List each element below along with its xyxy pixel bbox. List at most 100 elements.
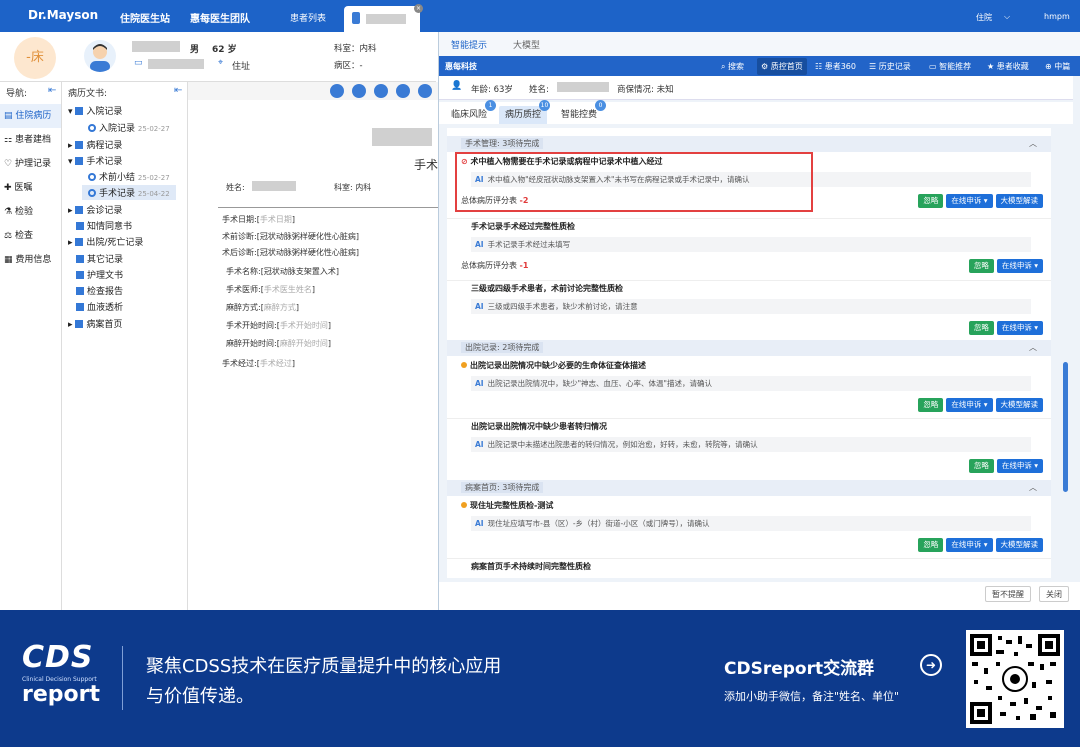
doc-field[interactable]: 手术开始时间:[手术开始时间] (226, 320, 331, 331)
nav-inpatient-station[interactable]: 住院医生站 (120, 10, 170, 25)
chevron-down-icon[interactable] (330, 84, 344, 98)
tree-item-selected[interactable]: 手术记录 25-04-22 (82, 185, 176, 200)
doc-name-label: 姓名: (226, 183, 245, 192)
favorite-button[interactable]: ★ 患者收藏 (987, 61, 1029, 72)
collapse-icon[interactable]: ⇤ (48, 85, 56, 96)
patient-age: 62 岁 (212, 45, 237, 55)
appeal-button[interactable]: 在线申诉 ▾ (996, 459, 1043, 473)
history-button[interactable]: ☰ 历史记录 (869, 61, 911, 72)
tab-cost-control[interactable]: 智能控费 0 (555, 100, 606, 124)
document-toolbar (188, 82, 438, 100)
patient-name-label: 姓名: (529, 85, 549, 95)
tree-item[interactable]: ▸ 病案首页 (68, 317, 122, 330)
section-discharge[interactable]: 出院记录: 2项待完成 ︿ (447, 340, 1051, 356)
tree-item[interactable]: 入院记录 25-02-27 (88, 121, 170, 134)
appeal-button[interactable]: 在线申诉 ▾ (946, 538, 993, 552)
ignore-button[interactable]: 忽略 (968, 321, 994, 335)
mid-button[interactable]: ⊕ 中篇 (1045, 61, 1070, 72)
doc-field[interactable]: 手术名称:[冠状动脉支架置入术] (226, 266, 339, 277)
tree-item[interactable]: ▸ 会诊记录 (68, 203, 122, 216)
tree-item[interactable]: 护理文书 (76, 268, 123, 281)
highlight-box (455, 152, 813, 212)
nav-label: 护理记录 (14, 159, 51, 169)
nav-item-orders[interactable]: ✚ 医嘱 (0, 176, 61, 200)
document-title: 手术 (414, 158, 439, 172)
llm-interpret-button[interactable]: 大模型解读 (995, 398, 1043, 412)
ward-selector[interactable]: 住院 (976, 12, 992, 23)
close-tab-icon[interactable]: × (414, 4, 423, 13)
nav-team[interactable]: 惠每医生团队 (190, 10, 250, 25)
qc-item-title: 出院记录出院情况中缺少患者转归情况 (471, 422, 607, 431)
settings-icon[interactable] (418, 84, 432, 98)
qc-item: 现住址完整性质检-测试 AI 现住址应填写市-县（区）-乡（村）街道-小区（或门牌… (447, 498, 1051, 554)
tab-record-qc[interactable]: 病历质控 10 (499, 100, 550, 124)
doc-field[interactable]: 术后诊断:[冠状动脉粥样硬化性心脏病] (222, 247, 359, 258)
collapse-icon[interactable]: ⇤ (174, 85, 182, 96)
qc-home-button[interactable]: ⚙ 质控首页 (757, 58, 807, 75)
close-button[interactable]: 关闭 (1039, 586, 1069, 602)
llm-interpret-button[interactable]: 大模型解读 (995, 538, 1043, 552)
tab-llm[interactable]: 大模型 (513, 38, 540, 51)
tree-item[interactable]: 术前小结 25-02-27 (88, 170, 170, 183)
llm-interpret-button[interactable]: 大模型解读 (995, 194, 1043, 208)
nav-item-patient-file[interactable]: ⚏ 患者建档 (0, 128, 61, 152)
group-note: 添加小助手微信，备注"姓名、单位" (724, 690, 900, 703)
recommend-button[interactable]: ▭ 智能推荐 (929, 61, 971, 72)
group-title: CDSreport交流群 (724, 659, 875, 679)
tree-item[interactable]: 检查报告 (76, 284, 123, 297)
tab-clinical-risk[interactable]: 临床风险 1 (445, 100, 496, 124)
scrollbar[interactable] (1063, 362, 1068, 492)
search-button[interactable]: ⌕ 搜索 (721, 61, 744, 72)
brand-logo: 惠每科技 (445, 62, 477, 71)
tree-item[interactable]: ▾ 手术记录 (68, 154, 122, 167)
nav-item-lab[interactable]: ⚗ 检验 (0, 200, 61, 224)
tree-item[interactable]: 其它记录 (76, 252, 123, 265)
patient360-button[interactable]: ☷ 患者360 (815, 61, 856, 72)
divider (218, 207, 438, 208)
ignore-button[interactable]: 忽略 (918, 194, 944, 208)
tree-item[interactable]: ▾ 入院记录 (68, 104, 122, 117)
patient-sex: 男 (190, 45, 200, 55)
section-surgery[interactable]: 手术管理: 3项待完成 ︿ (447, 136, 1051, 152)
qc-item: 出院记录出院情况中缺少患者转归情况 AI 出院记录中未描述出院患者的转归情况，例如… (447, 418, 1051, 474)
nav-item-inpatient-record[interactable]: ▤ 住院病历 (0, 104, 61, 128)
ignore-button[interactable]: 忽略 (968, 459, 994, 473)
doc-field[interactable]: 手术日期:[手术日期] (222, 214, 295, 225)
nav-item-fees[interactable]: ▦ 费用信息 (0, 248, 61, 272)
ignore-button[interactable]: 忽略 (968, 259, 994, 273)
action-buttons: 忽略 在线申诉 ▾ 大模型解读 (915, 538, 1043, 552)
file-icon[interactable] (374, 84, 388, 98)
export-icon[interactable] (396, 84, 410, 98)
tab-smart-hints[interactable]: 智能提示 (451, 38, 487, 51)
doc-field[interactable]: 手术经过:[手术经过] (222, 358, 295, 369)
user-icon: 👤 (451, 81, 463, 91)
nav-label: 检验 (14, 207, 33, 217)
tree-item[interactable]: 知情同意书 (76, 219, 132, 232)
print-icon[interactable] (352, 84, 366, 98)
tree-item[interactable]: ▸ 病程记录 (68, 138, 122, 151)
chevron-up-icon: ︿ (1029, 139, 1037, 148)
patient-header: -床 男 62 岁 ▭ ⌖ 住址 科室：内科 病区：- (0, 32, 436, 82)
tree-item[interactable]: ▸ 出院/死亡记录 (68, 235, 143, 248)
nav-item-exam[interactable]: ⚖ 检查 (0, 224, 61, 248)
appeal-button[interactable]: 在线申诉 ▾ (946, 194, 993, 208)
ignore-button[interactable]: 忽略 (918, 538, 944, 552)
ignore-button[interactable]: 忽略 (918, 398, 944, 412)
tree-item[interactable]: 血液透析 (76, 300, 123, 313)
doc-field[interactable]: 术前诊断:[冠状动脉粥样硬化性心脏病] (222, 231, 359, 242)
doc-field[interactable]: 手术医师:[手术医生姓名] (226, 284, 315, 295)
section-front-page[interactable]: 病案首页: 3项待完成 ︿ (447, 480, 1051, 496)
snooze-button[interactable]: 暂不提醒 (985, 586, 1031, 602)
tab-current-patient[interactable]: × (344, 4, 423, 32)
nav-item-nursing[interactable]: ♡ 护理记录 (0, 152, 61, 176)
doc-field[interactable]: 麻醉开始时间:[麻醉开始时间] (226, 338, 331, 349)
appeal-button[interactable]: 在线申诉 ▾ (996, 321, 1043, 335)
appeal-button[interactable]: 在线申诉 ▾ (996, 259, 1043, 273)
appeal-button[interactable]: 在线申诉 ▾ (946, 398, 993, 412)
chevron-down-icon[interactable]: ⌵ (1004, 12, 1010, 22)
tab-patient-list[interactable]: 患者列表 (290, 11, 326, 24)
action-buttons: 忽略 在线申诉 ▾ 大模型解读 (915, 398, 1043, 412)
doc-field[interactable]: 麻醉方式:[麻醉方式] (226, 302, 299, 313)
user-name[interactable]: hmpm (1044, 12, 1070, 21)
action-buttons: 忽略 在线申诉 ▾ 大模型解读 (915, 194, 1043, 208)
